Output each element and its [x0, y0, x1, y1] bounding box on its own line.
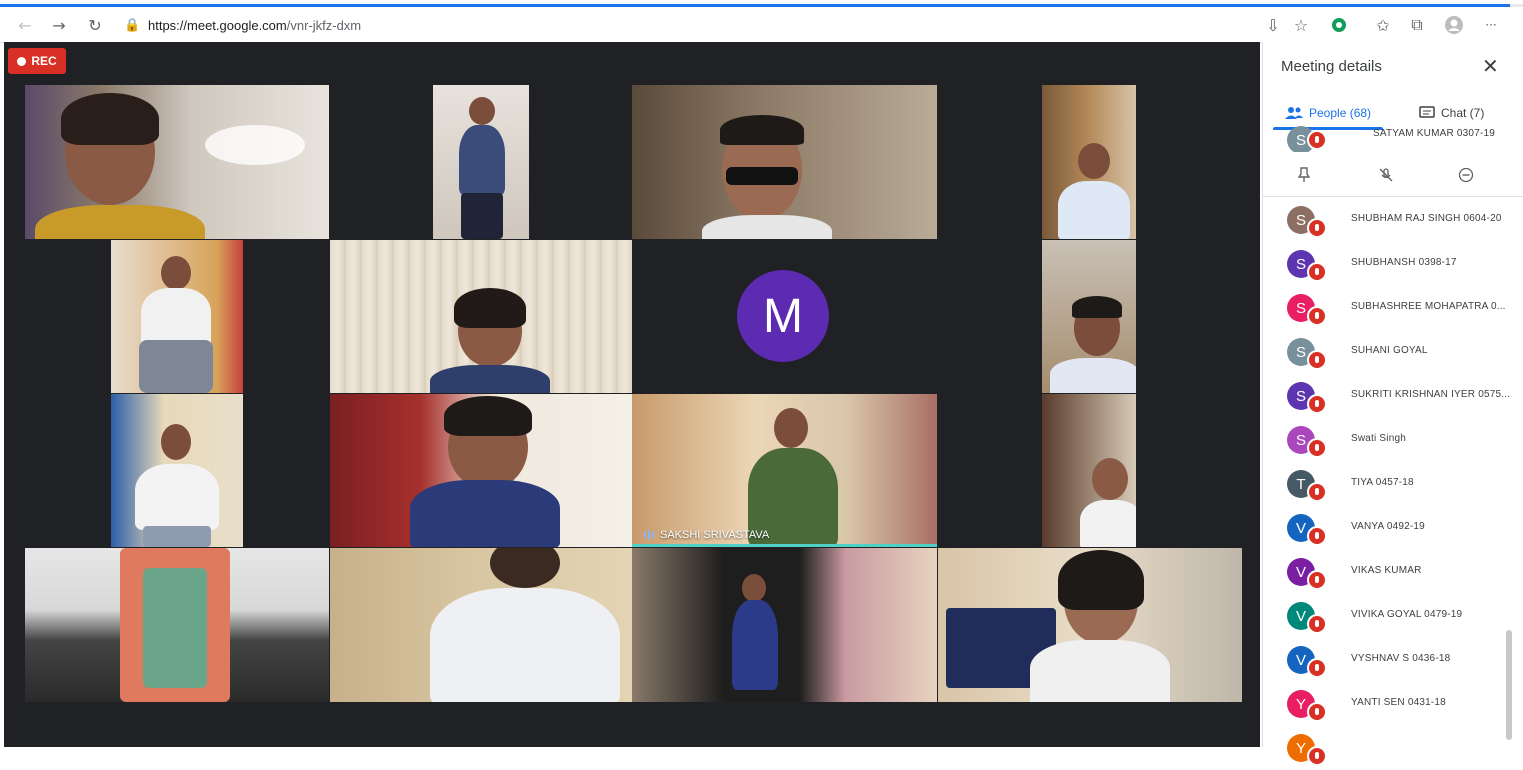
- video-tile[interactable]: [111, 394, 243, 547]
- audio-level-icon: [644, 530, 654, 540]
- video-tile[interactable]: [330, 394, 632, 547]
- recording-badge: REC: [8, 48, 66, 74]
- participant-name: Swati Singh: [1351, 433, 1407, 444]
- mic-off-icon: [1307, 526, 1327, 546]
- video-tile[interactable]: [25, 548, 329, 702]
- participant-name: SHUBHANSH 0398-17: [1351, 257, 1457, 268]
- video-tile[interactable]: [330, 548, 632, 702]
- participant-row[interactable]: S SUKRITI KRISHNAN IYER 0575...: [1263, 374, 1511, 418]
- mic-off-icon: [1307, 306, 1327, 326]
- favorites-icon[interactable]: ✩: [1372, 14, 1394, 36]
- video-tile[interactable]: [433, 85, 529, 239]
- more-icon[interactable]: ···: [1480, 14, 1502, 36]
- video-tile[interactable]: [1042, 240, 1136, 393]
- participant-row[interactable]: S SATYAM KUMAR 0307-19: [1263, 122, 1508, 152]
- participant-controls: [1263, 156, 1523, 197]
- participant-name: VIKAS KUMAR: [1351, 565, 1422, 576]
- address-bar[interactable]: 🔒 https://meet.google.com/vnr-jkfz-dxm: [124, 14, 361, 36]
- profile-icon[interactable]: [1443, 14, 1465, 36]
- participant-row[interactable]: V VYSHNAV S 0436-18: [1263, 638, 1508, 682]
- participant-row[interactable]: Y YANTI SEN 0431-18: [1263, 682, 1508, 726]
- people-icon: [1285, 107, 1303, 119]
- tab-people[interactable]: People (68): [1285, 102, 1371, 124]
- close-icon[interactable]: ✕: [1482, 54, 1499, 78]
- participant-name: YANTI SEN 0431-18: [1351, 697, 1446, 708]
- url-text: https://meet.google.com/vnr-jkfz-dxm: [148, 17, 362, 33]
- video-tile[interactable]: [632, 548, 937, 702]
- participant-name: SUHANI GOYAL: [1351, 345, 1428, 356]
- chat-icon: [1419, 106, 1435, 118]
- remove-icon[interactable]: [1455, 164, 1477, 186]
- participant-name: VYSHNAV S 0436-18: [1351, 653, 1451, 664]
- panel-scrollbar[interactable]: [1506, 630, 1512, 740]
- mic-off-icon: [1307, 438, 1327, 458]
- collections-icon[interactable]: ⧉: [1406, 14, 1428, 36]
- mic-off-icon: [1307, 658, 1327, 678]
- browser-toolbar: ← → ↻ 🔒 https://meet.google.com/vnr-jkfz…: [0, 8, 1523, 43]
- participant-row[interactable]: V VIVIKA GOYAL 0479-19: [1263, 594, 1508, 638]
- participant-name: SUKRITI KRISHNAN IYER 0575...: [1351, 389, 1511, 400]
- participant-row[interactable]: S SUBHASHREE MOHAPATRA 0...: [1263, 286, 1508, 330]
- mic-off-icon: [1307, 702, 1327, 722]
- download-icon[interactable]: ⇩: [1262, 14, 1284, 36]
- mic-off-icon: [1307, 614, 1327, 634]
- lock-icon: 🔒: [124, 17, 141, 33]
- mute-icon[interactable]: [1375, 164, 1397, 186]
- mic-off-icon: [1307, 130, 1327, 150]
- panel-title: Meeting details: [1281, 58, 1382, 75]
- meeting-details-panel: Meeting details ✕ People (68) Chat (7) S…: [1262, 42, 1523, 766]
- tab-chat[interactable]: Chat (7): [1419, 102, 1484, 124]
- participant-name: SATYAM KUMAR 0307-19: [1373, 128, 1496, 139]
- video-tile[interactable]: [632, 85, 937, 239]
- participant-name: VIVIKA GOYAL 0479-19: [1351, 609, 1463, 620]
- participant-row[interactable]: S Swati Singh: [1263, 418, 1508, 462]
- video-tile[interactable]: [1042, 85, 1136, 239]
- participant-row[interactable]: S SUHANI GOYAL: [1263, 330, 1508, 374]
- video-tile[interactable]: [25, 85, 329, 239]
- speaker-name-label: SAKSHI SRIVASTAVA: [644, 529, 769, 541]
- loading-bar: [0, 4, 1523, 7]
- participant-avatar: M: [737, 270, 829, 362]
- mic-off-icon: [1307, 570, 1327, 590]
- participant-row[interactable]: S SHUBHAM RAJ SINGH 0604-20: [1263, 198, 1508, 242]
- video-tile[interactable]: [111, 240, 243, 393]
- mic-off-icon: [1307, 218, 1327, 238]
- video-tile[interactable]: [938, 548, 1242, 702]
- record-dot-icon: [17, 56, 27, 66]
- star-icon[interactable]: ☆: [1290, 14, 1312, 36]
- extension-icon[interactable]: [1328, 14, 1350, 36]
- reload-icon[interactable]: ↻: [84, 14, 106, 36]
- mic-off-icon: [1307, 482, 1327, 502]
- participant-row[interactable]: Y: [1263, 726, 1508, 770]
- active-speaker-bar: [632, 544, 937, 547]
- participant-name: SUBHASHREE MOHAPATRA 0...: [1351, 301, 1506, 312]
- participant-row[interactable]: S SHUBHANSH 0398-17: [1263, 242, 1508, 286]
- participant-name: SHUBHAM RAJ SINGH 0604-20: [1351, 213, 1502, 224]
- participant-row[interactable]: V VANYA 0492-19: [1263, 506, 1508, 550]
- forward-icon[interactable]: →: [48, 14, 70, 36]
- participant-name: TIYA 0457-18: [1351, 477, 1414, 488]
- pin-icon[interactable]: [1293, 164, 1315, 186]
- video-tile[interactable]: [330, 240, 632, 393]
- participant-row[interactable]: T TIYA 0457-18: [1263, 462, 1508, 506]
- video-tile[interactable]: [1042, 394, 1136, 547]
- video-tile[interactable]: SAKSHI SRIVASTAVA: [632, 394, 937, 547]
- participant-row[interactable]: V VIKAS KUMAR: [1263, 550, 1508, 594]
- mic-off-icon: [1307, 262, 1327, 282]
- mic-off-icon: [1307, 746, 1327, 766]
- mic-off-icon: [1307, 394, 1327, 414]
- back-icon[interactable]: ←: [14, 14, 36, 36]
- mic-off-icon: [1307, 350, 1327, 370]
- participant-name: VANYA 0492-19: [1351, 521, 1425, 532]
